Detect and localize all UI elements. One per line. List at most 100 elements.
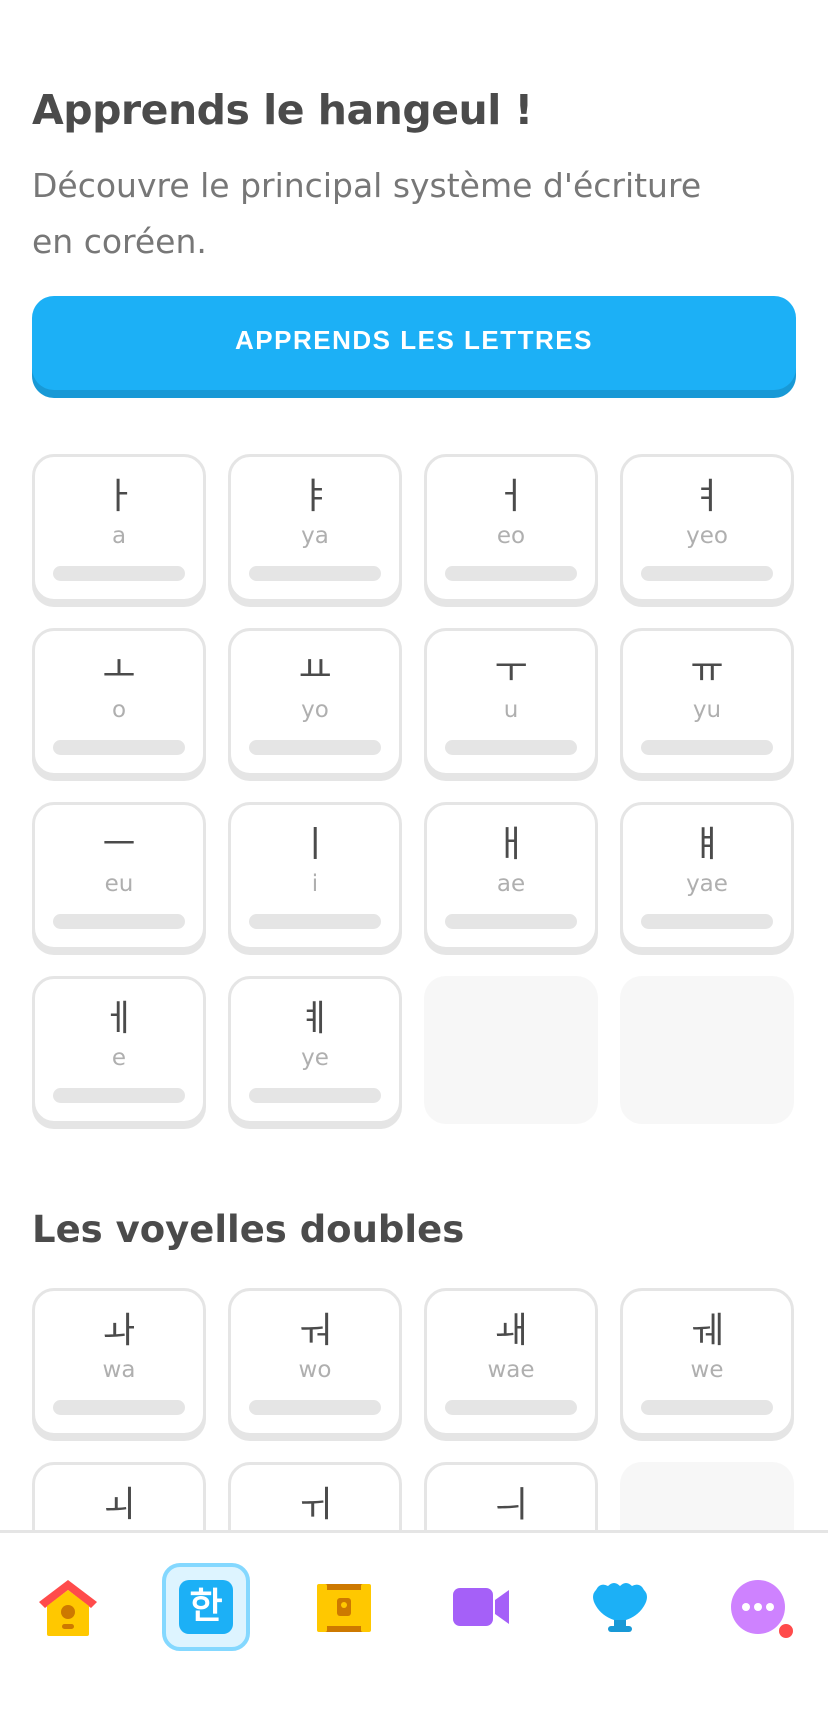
video-camera-icon <box>451 1584 513 1630</box>
progress-bar <box>641 1400 773 1415</box>
letter-glyph: ㅘ <box>102 1310 136 1351</box>
letter-card[interactable]: ㅖ ye <box>228 976 402 1124</box>
letter-glyph: ㅜ <box>494 650 528 691</box>
progress-bar <box>445 740 577 755</box>
letter-card[interactable]: ㅔ e <box>32 976 206 1124</box>
nav-home[interactable] <box>24 1563 112 1651</box>
letter-romanization: wae <box>487 1357 535 1383</box>
hangeul-icon-glyph: 한 <box>189 1586 223 1627</box>
shell-icon <box>590 1578 650 1636</box>
bottom-navigation-bar: 한 <box>0 1530 828 1720</box>
letter-glyph: ㅞ <box>690 1310 724 1351</box>
vowel-grid: ㅏ a ㅑ ya ㅓ eo ㅕ yeo ㅗ o ㅛ yo ㅜ u ㅠ yu ㅡ … <box>32 454 796 1124</box>
progress-bar <box>53 1400 185 1415</box>
letter-card[interactable]: ㅑ ya <box>228 454 402 602</box>
letter-card[interactable]: ㅠ yu <box>620 628 794 776</box>
letter-card[interactable]: ㅐ ae <box>424 802 598 950</box>
letter-card[interactable]: ㅘ wa <box>32 1288 206 1436</box>
more-icon <box>729 1578 795 1640</box>
progress-bar <box>445 1400 577 1415</box>
letter-romanization: a <box>111 523 127 549</box>
letter-glyph: ㅖ <box>298 998 332 1039</box>
letter-glyph: ㅗ <box>102 650 136 691</box>
double-vowel-grid: ㅘ wa ㅝ wo ㅙ wae ㅞ we ㅚ ㅟ ㅢ <box>32 1288 796 1530</box>
letter-glyph: ㅟ <box>298 1484 332 1525</box>
letter-glyph: ㅔ <box>102 998 136 1039</box>
letter-glyph: ㅏ <box>102 476 136 517</box>
nav-treasure[interactable] <box>300 1563 388 1651</box>
progress-bar <box>249 740 381 755</box>
letter-romanization: wo <box>298 1357 332 1383</box>
letter-romanization: wa <box>102 1357 136 1383</box>
letter-glyph: ㅓ <box>494 476 528 517</box>
letter-romanization: yu <box>692 697 722 723</box>
nav-video[interactable] <box>438 1563 526 1651</box>
letter-glyph: ㅣ <box>298 824 332 865</box>
hangeul-icon: 한 <box>179 1580 233 1634</box>
letter-card[interactable]: ㅒ yae <box>620 802 794 950</box>
letter-romanization: ya <box>301 523 329 549</box>
letter-glyph: ㅢ <box>494 1484 528 1525</box>
letter-glyph: ㅠ <box>690 650 724 691</box>
letter-glyph: ㅒ <box>690 824 724 865</box>
letter-glyph: ㅛ <box>298 650 332 691</box>
progress-bar <box>445 914 577 929</box>
letter-romanization: eo <box>496 523 526 549</box>
letter-glyph: ㅙ <box>494 1310 528 1351</box>
home-icon <box>33 1574 103 1640</box>
letter-card[interactable]: ㅟ <box>228 1462 402 1530</box>
letter-card[interactable]: ㅣ i <box>228 802 402 950</box>
letter-romanization: ae <box>496 871 526 897</box>
progress-bar <box>53 914 185 929</box>
letter-card[interactable]: ㅛ yo <box>228 628 402 776</box>
letter-romanization: i <box>311 871 319 897</box>
empty-slot <box>620 1462 794 1530</box>
letter-romanization: yae <box>686 871 728 897</box>
progress-bar <box>445 566 577 581</box>
progress-bar <box>53 1088 185 1103</box>
letter-card[interactable]: ㅓ eo <box>424 454 598 602</box>
letter-glyph: ㅚ <box>102 1484 136 1525</box>
letter-card[interactable]: ㅝ wo <box>228 1288 402 1436</box>
letter-card[interactable]: ㅡ eu <box>32 802 206 950</box>
letter-romanization: yo <box>301 697 329 723</box>
progress-bar <box>249 1400 381 1415</box>
progress-bar <box>249 566 381 581</box>
letter-card[interactable]: ㅜ u <box>424 628 598 776</box>
nav-shell[interactable] <box>576 1563 664 1651</box>
letter-glyph: ㅝ <box>298 1310 332 1351</box>
letter-romanization: e <box>111 1045 127 1071</box>
letter-romanization: eu <box>104 871 134 897</box>
letter-card[interactable]: ㅚ <box>32 1462 206 1530</box>
learn-letters-button[interactable]: APPRENDS LES LETTRES <box>32 296 796 390</box>
nav-alphabet[interactable]: 한 <box>162 1563 250 1651</box>
progress-bar <box>249 1088 381 1103</box>
letter-card[interactable]: ㅗ o <box>32 628 206 776</box>
letter-card[interactable]: ㅢ <box>424 1462 598 1530</box>
progress-bar <box>249 914 381 929</box>
letter-romanization: o <box>111 697 127 723</box>
section-title-double-vowels: Les voyelles doubles <box>32 1208 465 1251</box>
letter-romanization: u <box>503 697 519 723</box>
notification-dot <box>777 1622 795 1640</box>
treasure-chest-icon <box>313 1578 375 1636</box>
progress-bar <box>53 566 185 581</box>
letter-card[interactable]: ㅙ wae <box>424 1288 598 1436</box>
letter-glyph: ㅑ <box>298 476 332 517</box>
page-subtitle: Découvre le principal système d'écriture… <box>32 166 702 261</box>
empty-slot <box>620 976 794 1124</box>
letter-card[interactable]: ㅏ a <box>32 454 206 602</box>
alphabet-scroll-area[interactable]: Apprends le hangeul ! Découvre le princi… <box>0 0 828 1530</box>
letter-romanization: yeo <box>686 523 728 549</box>
letter-glyph: ㅕ <box>690 476 724 517</box>
nav-more[interactable] <box>714 1563 802 1651</box>
progress-bar <box>641 914 773 929</box>
letter-glyph: ㅐ <box>494 824 528 865</box>
page-title: Apprends le hangeul ! <box>32 86 533 134</box>
letter-card[interactable]: ㅕ yeo <box>620 454 794 602</box>
progress-bar <box>641 740 773 755</box>
letter-card[interactable]: ㅞ we <box>620 1288 794 1436</box>
progress-bar <box>53 740 185 755</box>
letter-romanization: we <box>690 1357 724 1383</box>
progress-bar <box>641 566 773 581</box>
